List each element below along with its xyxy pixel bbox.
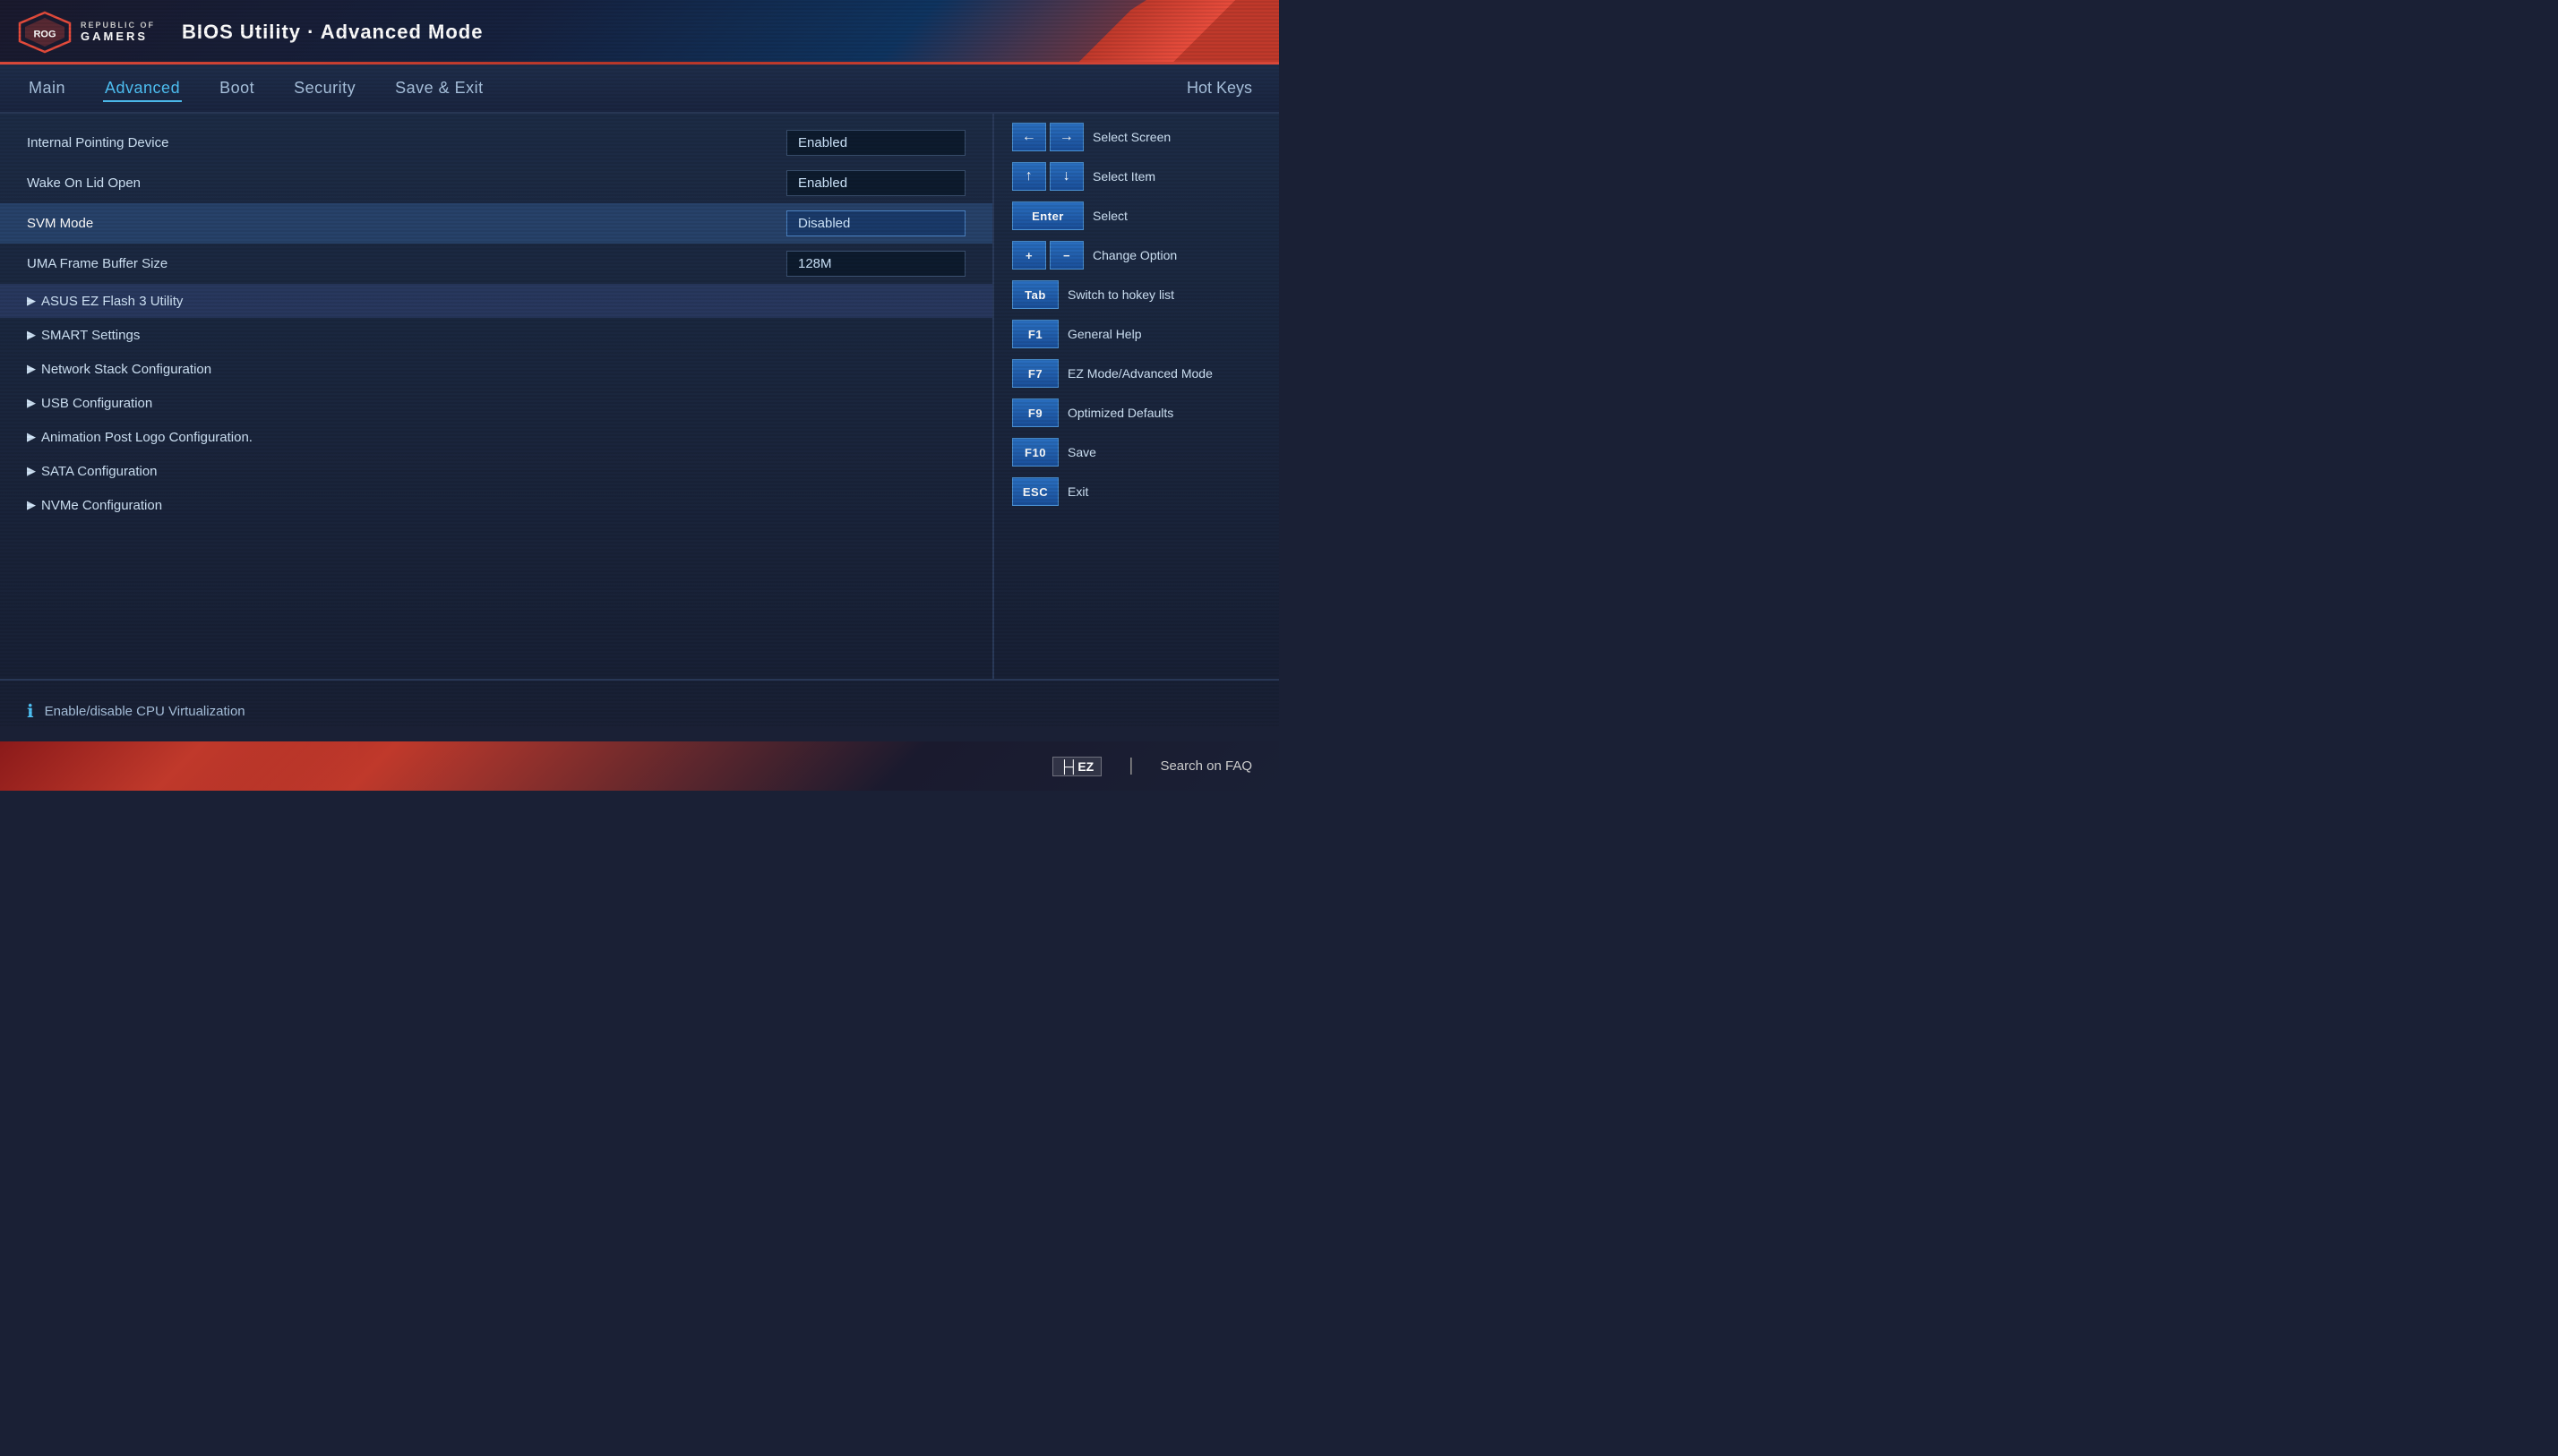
hotkeys-panel: ← → Select Screen ↑ ↓ Select Item Enter … [992, 114, 1279, 679]
hotkey-enter-btn[interactable]: Enter [1012, 201, 1084, 230]
setting-wake-on-lid[interactable]: Wake On Lid Open Enabled [0, 163, 992, 203]
hotkey-tab-btn[interactable]: Tab [1012, 280, 1059, 309]
hotkey-desc-tab: Switch to hokey list [1068, 287, 1174, 302]
hotkey-plus-btn[interactable]: + [1012, 241, 1046, 270]
tab-main[interactable]: Main [27, 74, 67, 102]
nav-bar: Main Advanced Boot Security Save & Exit … [0, 64, 1279, 114]
logo-text: REPUBLIC OF GAMERS [81, 21, 155, 43]
hotkey-f7-btn[interactable]: F7 [1012, 359, 1059, 388]
submenu-asus-ez-flash[interactable]: ▶ ASUS EZ Flash 3 Utility [0, 284, 992, 318]
submenu-network-stack[interactable]: ▶ Network Stack Configuration [0, 352, 992, 386]
hot-keys-label: Hot Keys [1187, 79, 1252, 98]
setting-value-svm-mode[interactable]: Disabled [786, 210, 966, 236]
rog-logo-icon: ROG [18, 11, 72, 54]
submenu-arrow-network-stack: ▶ [27, 362, 36, 376]
hotkey-f1: F1 General Help [1012, 320, 1261, 348]
hotkey-desc-f10: Save [1068, 445, 1096, 459]
hotkey-up-arrow[interactable]: ↑ [1012, 162, 1046, 191]
header-decoration [1010, 0, 1279, 64]
hotkey-enter: Enter Select [1012, 201, 1261, 230]
footer-ez-key[interactable]: ├┤EZ [1052, 757, 1103, 776]
submenu-arrow-asus-ez-flash: ▶ [27, 294, 36, 308]
submenu-label-network-stack: Network Stack Configuration [41, 362, 211, 377]
hotkey-f10-btn[interactable]: F10 [1012, 438, 1059, 467]
hotkey-esc-btn[interactable]: ESC [1012, 477, 1059, 506]
setting-value-uma-frame-buffer[interactable]: 128M [786, 251, 966, 277]
tab-boot[interactable]: Boot [218, 74, 256, 102]
submenu-animation-post-logo[interactable]: ▶ Animation Post Logo Configuration. [0, 420, 992, 454]
setting-label-wake-on-lid: Wake On Lid Open [27, 176, 786, 191]
hotkey-desc-f9: Optimized Defaults [1068, 406, 1173, 420]
submenu-arrow-smart-settings: ▶ [27, 328, 36, 342]
hotkey-desc-enter: Select [1093, 209, 1128, 223]
nav-tabs: Main Advanced Boot Security Save & Exit [27, 74, 1187, 102]
settings-panel: Internal Pointing Device Enabled Wake On… [0, 114, 992, 679]
submenu-arrow-usb-config: ▶ [27, 396, 36, 410]
submenu-arrow-animation-post-logo: ▶ [27, 430, 36, 444]
hotkey-pair-change-option: + − [1012, 241, 1084, 270]
setting-svm-mode[interactable]: SVM Mode Disabled [0, 203, 992, 244]
hotkey-f1-btn[interactable]: F1 [1012, 320, 1059, 348]
submenu-label-nvme-config: NVMe Configuration [41, 498, 162, 513]
setting-value-internal-pointing-device[interactable]: Enabled [786, 130, 966, 156]
footer-left-decoration [0, 741, 358, 791]
info-icon: ℹ [27, 700, 34, 723]
hotkey-desc-f7: EZ Mode/Advanced Mode [1068, 366, 1213, 381]
logo-area: ROG REPUBLIC OF GAMERS [18, 11, 155, 54]
info-text: Enable/disable CPU Virtualization [45, 704, 245, 719]
footer-ez-mode[interactable]: ├┤EZ [1052, 757, 1103, 776]
hotkey-desc-select-item: Select Item [1093, 169, 1155, 184]
hotkey-select-item: ↑ ↓ Select Item [1012, 162, 1261, 191]
hotkey-desc-change-option: Change Option [1093, 248, 1177, 262]
hotkey-right-arrow[interactable]: → [1050, 123, 1084, 151]
hotkey-pair-select-item: ↑ ↓ [1012, 162, 1084, 191]
hotkey-f7: F7 EZ Mode/Advanced Mode [1012, 359, 1261, 388]
footer: ├┤EZ | Search on FAQ [0, 741, 1279, 791]
tab-security[interactable]: Security [292, 74, 357, 102]
submenu-label-animation-post-logo: Animation Post Logo Configuration. [41, 430, 253, 445]
hotkey-tab: Tab Switch to hokey list [1012, 280, 1261, 309]
footer-search-faq[interactable]: Search on FAQ [1160, 758, 1252, 774]
footer-divider: | [1129, 756, 1133, 776]
hotkey-down-arrow[interactable]: ↓ [1050, 162, 1084, 191]
submenu-arrow-sata-config: ▶ [27, 464, 36, 478]
setting-internal-pointing-device[interactable]: Internal Pointing Device Enabled [0, 123, 992, 163]
bios-title: BIOS Utility · Advanced Mode [182, 21, 483, 44]
hotkey-f9: F9 Optimized Defaults [1012, 398, 1261, 427]
submenu-label-usb-config: USB Configuration [41, 396, 152, 411]
svg-text:ROG: ROG [33, 29, 56, 39]
submenu-arrow-nvme-config: ▶ [27, 498, 36, 512]
hotkey-f10: F10 Save [1012, 438, 1261, 467]
hotkey-f9-btn[interactable]: F9 [1012, 398, 1059, 427]
hotkey-select-screen: ← → Select Screen [1012, 123, 1261, 151]
hotkey-desc-esc: Exit [1068, 484, 1088, 499]
main-content: Internal Pointing Device Enabled Wake On… [0, 114, 1279, 679]
submenu-usb-config[interactable]: ▶ USB Configuration [0, 386, 992, 420]
submenu-smart-settings[interactable]: ▶ SMART Settings [0, 318, 992, 352]
setting-value-wake-on-lid[interactable]: Enabled [786, 170, 966, 196]
setting-label-svm-mode: SVM Mode [27, 216, 786, 231]
submenu-nvme-config[interactable]: ▶ NVMe Configuration [0, 488, 992, 522]
hotkey-esc: ESC Exit [1012, 477, 1261, 506]
submenu-label-sata-config: SATA Configuration [41, 464, 158, 479]
tab-save-exit[interactable]: Save & Exit [393, 74, 485, 102]
setting-label-internal-pointing-device: Internal Pointing Device [27, 135, 786, 150]
hotkey-desc-select-screen: Select Screen [1093, 130, 1171, 144]
tab-advanced[interactable]: Advanced [103, 74, 182, 102]
hotkey-minus-btn[interactable]: − [1050, 241, 1084, 270]
submenu-sata-config[interactable]: ▶ SATA Configuration [0, 454, 992, 488]
bottom-info-bar: ℹ Enable/disable CPU Virtualization [0, 679, 1279, 741]
hotkey-desc-f1: General Help [1068, 327, 1142, 341]
setting-uma-frame-buffer[interactable]: UMA Frame Buffer Size 128M [0, 244, 992, 284]
setting-label-uma-frame-buffer: UMA Frame Buffer Size [27, 256, 786, 271]
hotkey-change-option: + − Change Option [1012, 241, 1261, 270]
submenu-label-asus-ez-flash: ASUS EZ Flash 3 Utility [41, 294, 183, 309]
header: ROG REPUBLIC OF GAMERS BIOS Utility · Ad… [0, 0, 1279, 64]
hotkey-left-arrow[interactable]: ← [1012, 123, 1046, 151]
footer-search-label: Search on FAQ [1160, 758, 1252, 774]
submenu-label-smart-settings: SMART Settings [41, 328, 140, 343]
hotkey-pair-select-screen: ← → [1012, 123, 1084, 151]
logo-gamers: GAMERS [81, 30, 155, 43]
